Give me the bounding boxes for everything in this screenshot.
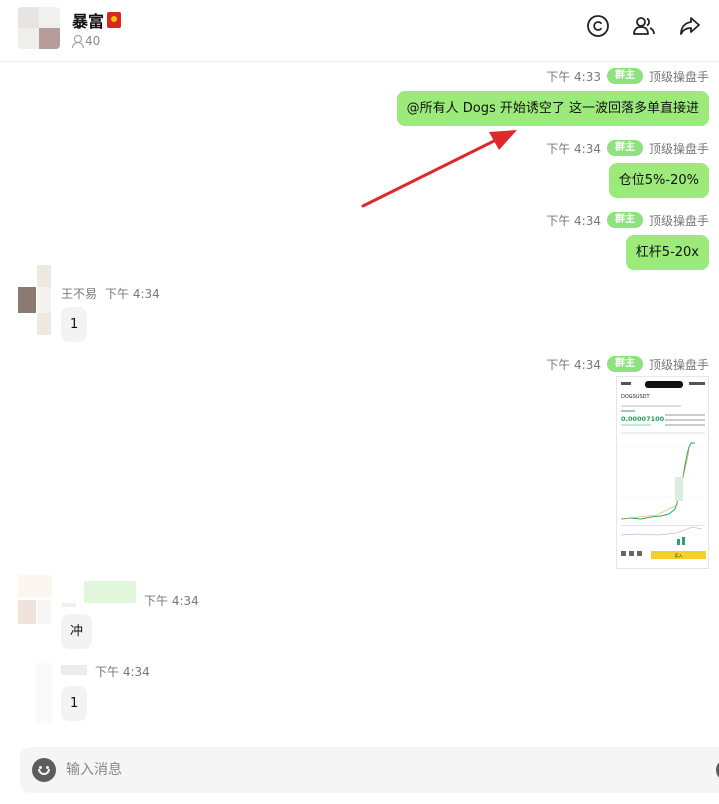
sender-name[interactable]: 王不易 <box>61 285 97 302</box>
screenshot-buy-label: 买入 <box>675 552 683 558</box>
message-bubble[interactable]: 仓位5%-20% <box>608 163 709 198</box>
group-title: 暴富 <box>72 8 122 32</box>
message-meta: 下午 4:34 <box>95 663 150 680</box>
flag-icon <box>107 12 122 28</box>
sender-name-redacted <box>84 581 136 603</box>
person-icon <box>72 35 84 48</box>
avatar[interactable] <box>18 575 52 645</box>
member-count-value: 40 <box>85 34 101 48</box>
message-time: 下午 4:34 <box>546 213 601 228</box>
sender-name[interactable]: 顶级操盘手 <box>649 356 709 373</box>
message-time: 下午 4:33 <box>546 69 601 84</box>
message-meta: 下午 4:34 <box>144 592 199 609</box>
owner-badge: 群主 <box>606 140 643 156</box>
screenshot-price: 0.00007100 <box>621 415 665 423</box>
chat-header: 暴富 40 <box>0 0 719 62</box>
avatar[interactable] <box>36 663 52 723</box>
sender-name[interactable]: 顶级操盘手 <box>649 68 709 85</box>
group-title-text: 暴富 <box>72 12 105 31</box>
message-time: 下午 4:34 <box>546 141 601 156</box>
message-time: 下午 4:34 <box>144 594 199 608</box>
screenshot-symbol: DOGSUSDT <box>621 394 651 400</box>
message-meta: 下午 4:34 群主 顶级操盘手 <box>546 212 709 228</box>
circle-c-icon <box>587 15 609 37</box>
message-bubble[interactable]: 1 <box>61 686 88 721</box>
share-button[interactable] <box>677 13 703 39</box>
message-meta: 下午 4:34 群主 顶级操盘手 <box>546 356 709 372</box>
circle-c-button[interactable] <box>585 13 611 39</box>
message-input[interactable] <box>66 747 706 793</box>
message-time: 下午 4:34 <box>95 665 150 679</box>
users-icon <box>633 17 655 35</box>
message-list[interactable]: 下午 4:33 群主 顶级操盘手 @所有人 Dogs 开始诱空了 这一波回落多单… <box>0 63 719 728</box>
red-arrow-annotation <box>361 130 517 208</box>
owner-badge: 群主 <box>606 212 643 228</box>
message-bubble[interactable]: 1 <box>61 307 88 342</box>
owner-badge: 群主 <box>606 356 643 372</box>
share-icon <box>680 17 700 35</box>
message-meta: 下午 4:33 群主 顶级操盘手 <box>546 68 709 84</box>
message-meta: 下午 4:34 群主 顶级操盘手 <box>546 140 709 156</box>
message-bubble[interactable]: 杠杆5-20x <box>625 235 709 270</box>
image-message[interactable]: DOGSUSDT 0.00007100 买入 <box>616 376 709 569</box>
message-bubble[interactable]: 冲 <box>61 614 93 649</box>
owner-badge: 群主 <box>606 68 643 84</box>
avatar[interactable] <box>18 265 52 335</box>
message-meta: 王不易 下午 4:34 <box>61 285 160 302</box>
trading-screenshot-thumbnail: DOGSUSDT 0.00007100 买入 <box>617 377 708 568</box>
sender-name-redacted <box>61 665 87 675</box>
message-time: 下午 4:34 <box>546 357 601 372</box>
members-button[interactable] <box>631 13 657 39</box>
message-time: 下午 4:34 <box>105 287 160 301</box>
sender-name[interactable]: 顶级操盘手 <box>649 212 709 229</box>
sender-name[interactable]: 顶级操盘手 <box>649 140 709 157</box>
message-composer <box>20 747 719 793</box>
member-count[interactable]: 40 <box>72 34 100 48</box>
sender-name-redacted <box>62 603 76 607</box>
emoji-icon[interactable] <box>32 758 56 782</box>
group-avatar[interactable] <box>18 7 60 49</box>
